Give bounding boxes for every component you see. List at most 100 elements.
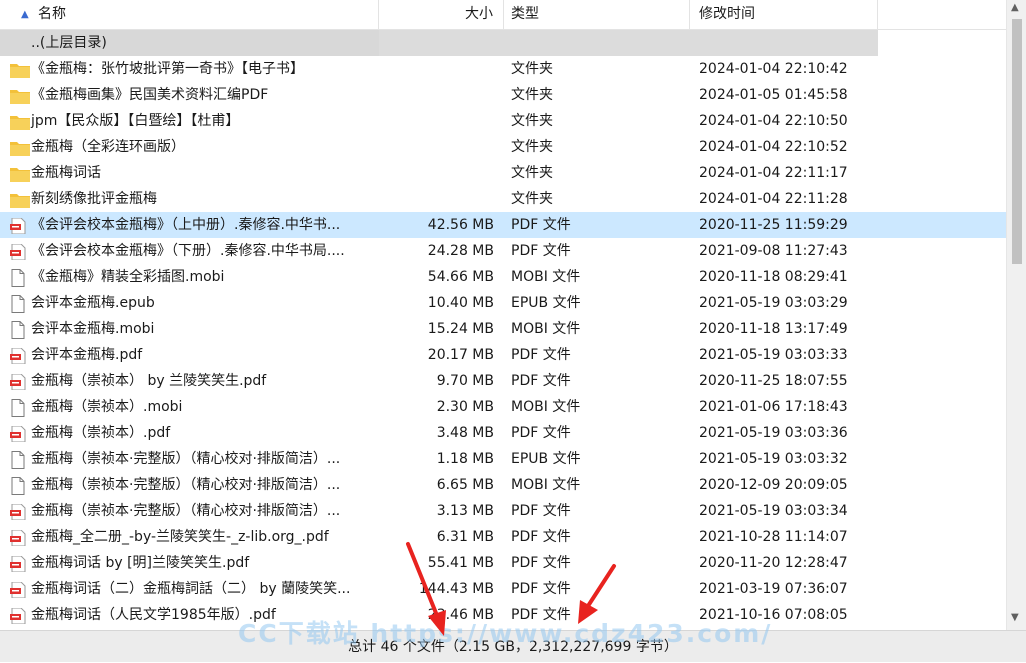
file-name: 《金瓶梅画集》民国美术资料汇编PDF [31, 87, 269, 103]
file-name: 会评本金瓶梅.pdf [31, 347, 143, 363]
scrollbar-thumb[interactable] [1012, 19, 1022, 264]
file-size: 15.24 MB [427, 321, 494, 337]
file-name: 金瓶梅词话 by [明]兰陵笑笑生.pdf [31, 555, 250, 571]
file-list: ..(上层目录) 《金瓶梅：张竹坡批评第一奇书》【电子书】 文件夹 2024-01-0… [0, 30, 1006, 630]
column-header-filler [878, 0, 1006, 29]
file-name: 《金瓶梅》精装全彩插图.mobi [31, 269, 225, 285]
file-modified-date: 2021-03-19 07:36:07 [699, 581, 848, 597]
file-type: 文件夹 [511, 113, 553, 129]
file-modified-date: 2021-05-19 03:03:36 [699, 425, 848, 441]
file-row[interactable]: 《金瓶梅》精装全彩插图.mobi 54.66 MB MOBI 文件 2020-11-1… [0, 264, 1006, 290]
file-modified-date: 2021-05-19 03:03:32 [699, 451, 848, 467]
file-name: ..(上层目录) [0, 30, 379, 56]
file-size [379, 108, 504, 134]
file-name: 金瓶梅（崇祯本）.mobi [31, 399, 183, 415]
file-row[interactable]: 会评本金瓶梅.pdf 20.17 MB PDF 文件 2021-05-19 03:03… [0, 342, 1006, 368]
file-modified-date: 2024-01-04 22:10:42 [699, 61, 848, 77]
file-size: 3.48 MB [436, 425, 494, 441]
file-type: MOBI 文件 [511, 477, 581, 493]
file-size: 3.13 MB [436, 503, 494, 519]
file-modified-date: 2020-11-25 11:59:29 [699, 217, 848, 233]
folder-row[interactable]: 《金瓶梅画集》民国美术资料汇编PDF 文件夹 2024-01-05 01:45:58 [0, 82, 1006, 108]
folder-row[interactable]: 金瓶梅（全彩连环画版） 文件夹 2024-01-04 22:10:52 [0, 134, 1006, 160]
folder-row[interactable]: jpm【民众版】【白暨绘】【杜甫】 文件夹 2024-01-04 22:10:50 [0, 108, 1006, 134]
file-type: 文件夹 [511, 87, 553, 103]
file-name: 金瓶梅（崇祯本）.pdf [31, 425, 171, 441]
column-header-name[interactable]: ▲ 名称 [0, 0, 379, 29]
file-name: 《金瓶梅：张竹坡批评第一奇书》【电子书】 [31, 61, 304, 77]
vertical-scrollbar[interactable]: ▲ ▼ [1006, 0, 1026, 630]
file-name: 金瓶梅（崇祯本·完整版）（精心校对·排版简洁）... [31, 451, 341, 467]
column-name-label: 名称 [38, 6, 66, 22]
file-type: EPUB 文件 [511, 295, 581, 311]
file-name: 新刻绣像批评金瓶梅 [31, 191, 157, 207]
red-arrow-annotation-left [406, 542, 446, 636]
file-type: PDF 文件 [511, 217, 571, 233]
file-size: 9.70 MB [436, 373, 494, 389]
column-header: ▲ 名称 大小 类型 修改时间 [0, 0, 1006, 30]
file-name: 金瓶梅（崇祯本） by 兰陵笑笑生.pdf [31, 373, 267, 389]
column-header-type[interactable]: 类型 [504, 0, 690, 29]
file-row[interactable]: 会评本金瓶梅.mobi 15.24 MB MOBI 文件 2020-11-18 13:… [0, 316, 1006, 342]
file-modified-date: 2024-01-04 22:10:50 [699, 113, 848, 129]
file-type: MOBI 文件 [511, 399, 581, 415]
file-modified-date [690, 30, 878, 56]
file-name: 金瓶梅词话 [31, 165, 101, 181]
file-modified-date: 2020-11-25 18:07:55 [699, 373, 848, 389]
file-row[interactable]: 金瓶梅（崇祯本）.pdf 3.48 MB PDF 文件 2021-05-19 03:0… [0, 420, 1006, 446]
file-modified-date: 2021-05-19 03:03:29 [699, 295, 848, 311]
sort-ascending-icon: ▲ [21, 9, 29, 20]
parent-directory-row[interactable]: ..(上层目录) [0, 30, 1006, 56]
file-size: 24.28 MB [427, 243, 494, 259]
file-name: jpm【民众版】【白暨绘】【杜甫】 [31, 113, 240, 129]
file-type: PDF 文件 [511, 503, 571, 519]
file-type: PDF 文件 [511, 529, 571, 545]
file-name: 金瓶梅词话（二）金瓶梅詞話（二） by 蘭陵笑笑... [31, 581, 351, 597]
file-size: 6.65 MB [436, 477, 494, 493]
file-row[interactable]: 金瓶梅（崇祯本）.mobi 2.30 MB MOBI 文件 2021-01-06 17… [0, 394, 1006, 420]
file-size [379, 56, 504, 82]
file-size [379, 82, 504, 108]
file-modified-date: 2024-01-05 01:45:58 [699, 87, 848, 103]
file-row[interactable]: 金瓶梅词话 by [明]兰陵笑笑生.pdf 55.41 MB PDF 文件 2020-… [0, 550, 1006, 576]
file-type: PDF 文件 [511, 347, 571, 363]
folder-row[interactable]: 新刻绣像批评金瓶梅 文件夹 2024-01-04 22:11:28 [0, 186, 1006, 212]
file-size: 42.56 MB [427, 217, 494, 233]
file-type: PDF 文件 [511, 243, 571, 259]
red-arrow-annotation-right [578, 564, 616, 624]
file-type [504, 30, 690, 56]
file-row[interactable]: 《会评会校本金瓶梅》（上中册）.秦修容.中华书... 42.56 MB PDF 文件… [0, 212, 1006, 238]
file-name: 金瓶梅（全彩连环画版） [31, 139, 185, 155]
file-row[interactable]: 金瓶梅（崇祯本·完整版）（精心校对·排版简洁）... 1.18 MB EPUB 文件… [0, 446, 1006, 472]
file-modified-date: 2020-12-09 20:09:05 [699, 477, 848, 493]
file-row[interactable]: 金瓶梅（崇祯本·完整版）（精心校对·排版简洁）... 3.13 MB PDF 文件 2… [0, 498, 1006, 524]
file-size [379, 30, 504, 56]
file-modified-date: 2020-11-18 13:17:49 [699, 321, 848, 337]
column-header-size[interactable]: 大小 [379, 0, 504, 29]
scroll-up-icon[interactable]: ▲ [1011, 2, 1019, 13]
watermark: CC下载站 https://www.cdz423.com/ [238, 619, 773, 648]
file-row[interactable]: 金瓶梅（崇祯本·完整版）（精心校对·排版简洁）... 6.65 MB MOBI 文件… [0, 472, 1006, 498]
file-row[interactable]: 金瓶梅（崇祯本） by 兰陵笑笑生.pdf 9.70 MB PDF 文件 2020-1… [0, 368, 1006, 394]
file-row[interactable]: 会评本金瓶梅.epub 10.40 MB EPUB 文件 2021-05-19 03:… [0, 290, 1006, 316]
file-modified-date: 2021-10-28 11:14:07 [699, 529, 848, 545]
folder-row[interactable]: 《金瓶梅：张竹坡批评第一奇书》【电子书】 文件夹 2024-01-04 22:10:… [0, 56, 1006, 82]
file-type: 文件夹 [511, 139, 553, 155]
folder-row[interactable]: 金瓶梅词话 文件夹 2024-01-04 22:11:17 [0, 160, 1006, 186]
file-name: 会评本金瓶梅.mobi [31, 321, 155, 337]
file-name: 《会评会校本金瓶梅》（上中册）.秦修容.中华书... [31, 217, 341, 233]
file-size: 20.17 MB [427, 347, 494, 363]
file-type: MOBI 文件 [511, 321, 581, 337]
file-modified-date: 2024-01-04 22:11:28 [699, 191, 848, 207]
file-name: 金瓶梅（崇祯本·完整版）（精心校对·排版简洁）... [31, 477, 341, 493]
file-size [379, 160, 504, 186]
column-header-date[interactable]: 修改时间 [690, 0, 878, 29]
file-size: 54.66 MB [427, 269, 494, 285]
file-modified-date: 2024-01-04 22:10:52 [699, 139, 848, 155]
file-row[interactable]: 金瓶梅_全二册_-by-兰陵笑笑生-_z-lib.org_.pdf 6.31 MB… [0, 524, 1006, 550]
file-row[interactable]: 金瓶梅词话（二）金瓶梅詞話（二） by 蘭陵笑笑... 144.43 MB PDF … [0, 576, 1006, 602]
file-name: 金瓶梅_全二册_-by-兰陵笑笑生-_z-lib.org_.pdf [31, 529, 329, 545]
file-row[interactable]: 《会评会校本金瓶梅》（下册）.秦修容.中华书局.... 24.28 MB PDF 文… [0, 238, 1006, 264]
scroll-down-icon[interactable]: ▼ [1011, 612, 1019, 623]
file-type: PDF 文件 [511, 425, 571, 441]
